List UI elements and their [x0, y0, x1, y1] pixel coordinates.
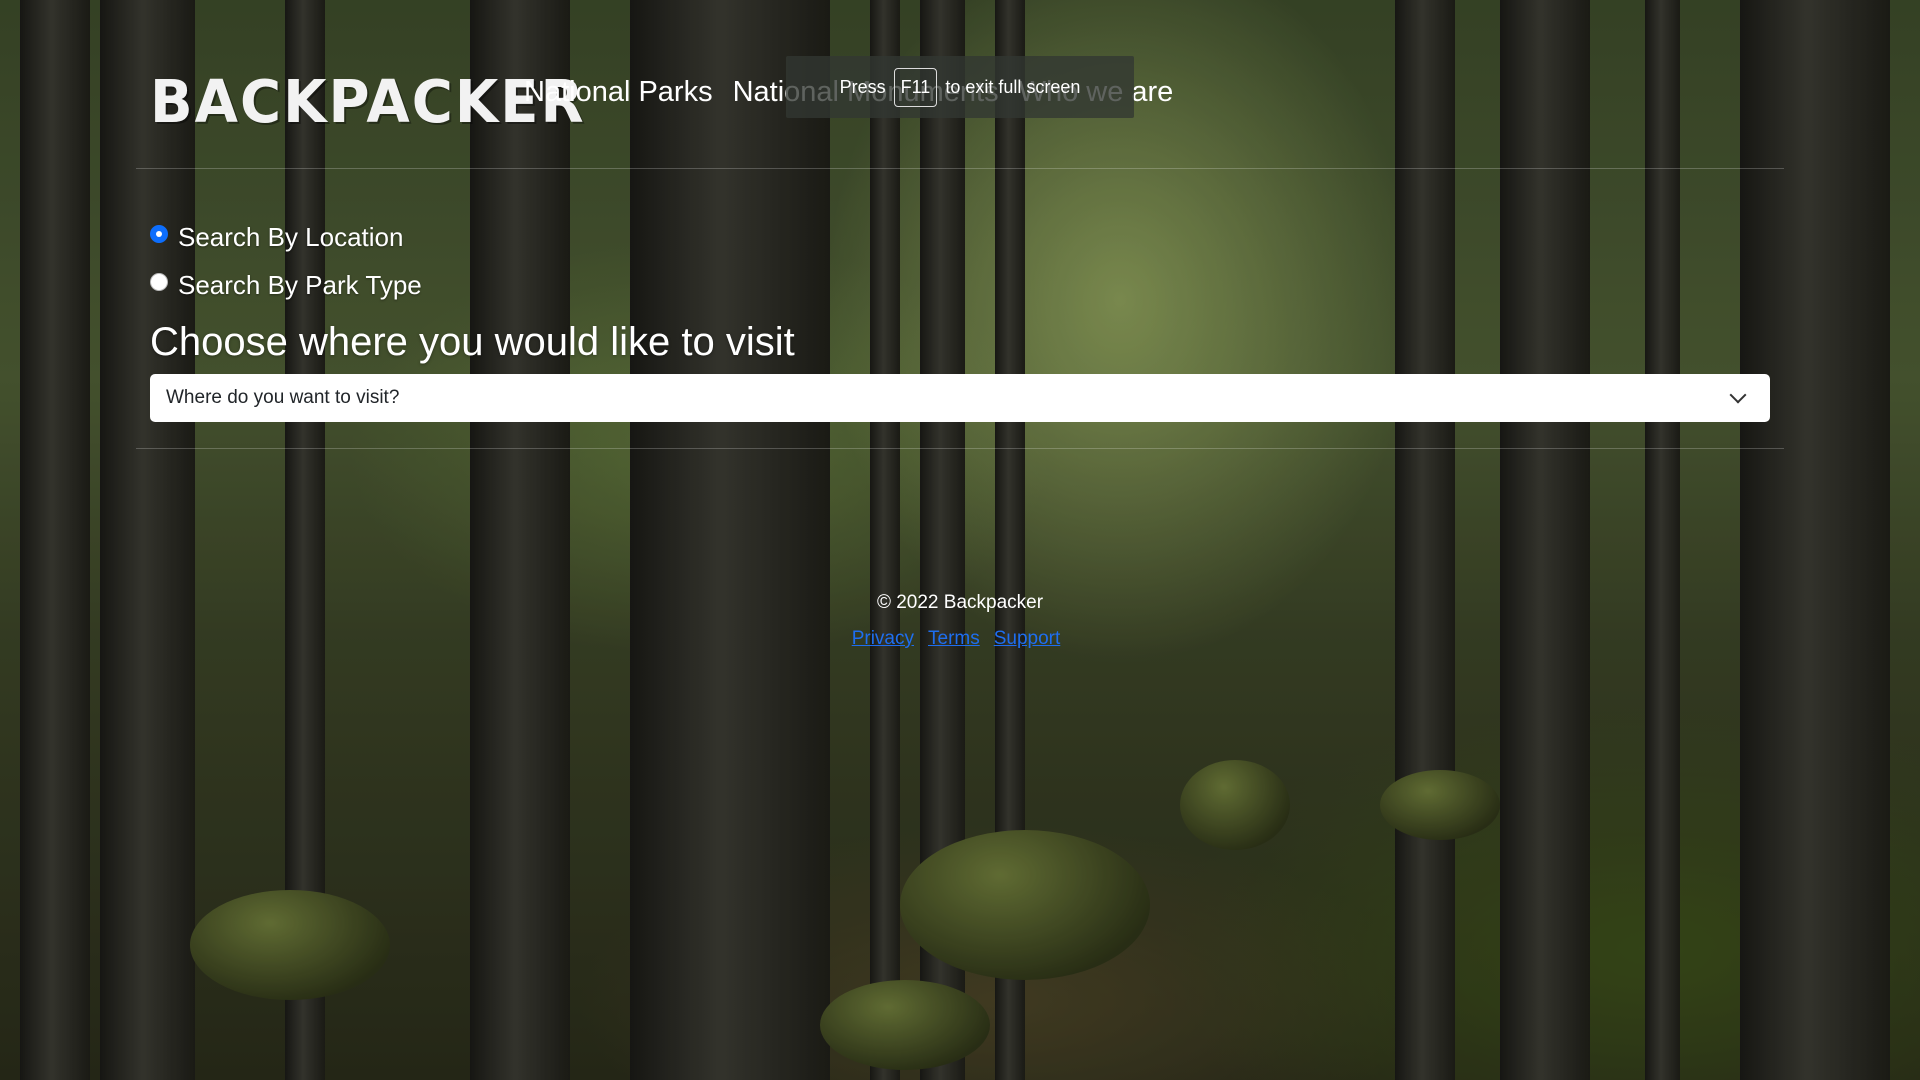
radio-label-location: Search By Location — [178, 222, 404, 252]
page-heading: Choose where you would like to visit — [150, 320, 795, 364]
content-divider — [136, 448, 1784, 449]
radio-button-location[interactable] — [150, 224, 168, 243]
footer-link-terms[interactable]: Terms — [928, 628, 980, 650]
page: BACKPACKER National Parks National Monum… — [0, 0, 1920, 1080]
radio-button-park-type[interactable] — [150, 272, 168, 291]
footer-link-support[interactable]: Support — [994, 628, 1061, 650]
radio-search-by-park-type[interactable]: Search By Park Type — [150, 270, 422, 301]
destination-select-value: Where do you want to visit? — [166, 387, 400, 408]
radio-label-park-type: Search By Park Type — [178, 270, 422, 300]
fullscreen-key: F11 — [893, 67, 938, 107]
footer-links: Privacy Terms Support — [0, 628, 1920, 650]
backpacker-logo[interactable]: BACKPACKER — [150, 68, 586, 136]
destination-select[interactable]: Where do you want to visit? — [150, 374, 1770, 422]
site-footer: © 2022 Backpacker Privacy Terms Support — [0, 592, 1920, 650]
copyright-text: © 2022 Backpacker — [876, 592, 1044, 613]
fullscreen-notice-suffix: to exit full screen — [945, 76, 1081, 97]
chevron-down-icon — [1729, 386, 1747, 404]
footer-link-privacy[interactable]: Privacy — [852, 628, 914, 650]
nav-national-parks[interactable]: National Parks — [524, 76, 713, 109]
fullscreen-notice-prefix: Press — [839, 76, 886, 97]
radio-search-by-location[interactable]: Search By Location — [150, 222, 403, 253]
fullscreen-notice: Press F11 to exit full screen — [786, 56, 1134, 118]
